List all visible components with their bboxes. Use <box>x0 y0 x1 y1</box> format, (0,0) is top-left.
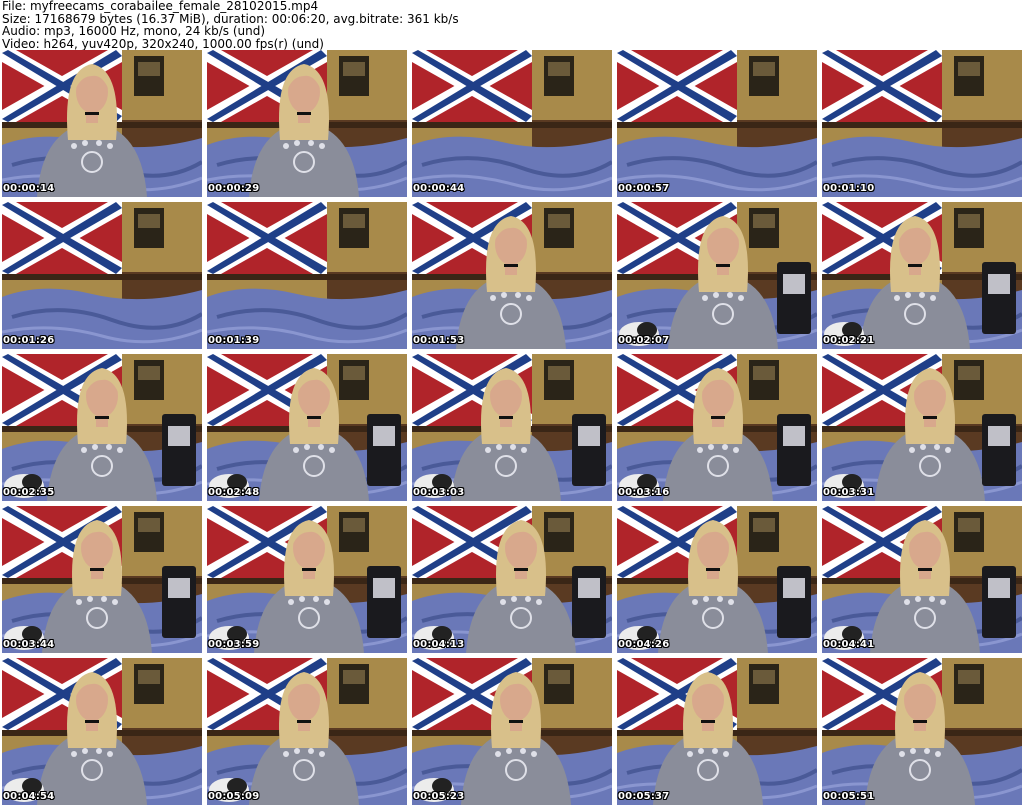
thumbnail-timestamp: 00:01:10 <box>823 183 875 194</box>
video-thumbnail: 00:03:03 <box>412 354 612 501</box>
thumbnail-frame-image <box>412 506 612 653</box>
video-thumbnail: 00:04:26 <box>617 506 817 653</box>
thumbnail-frame-image <box>617 202 817 349</box>
thumbnail-frame-image <box>617 354 817 501</box>
video-thumbnail: 00:00:14 <box>2 50 202 197</box>
thumbnail-timestamp: 00:05:51 <box>823 791 875 802</box>
thumbnail-timestamp: 00:01:39 <box>208 335 260 346</box>
thumbnail-frame-image <box>207 506 407 653</box>
video-thumbnail: 00:03:44 <box>2 506 202 653</box>
video-thumbnail: 00:00:29 <box>207 50 407 197</box>
thumbnail-timestamp: 00:02:35 <box>3 487 55 498</box>
video-thumbnail: 00:01:39 <box>207 202 407 349</box>
video-thumbnail: 00:02:48 <box>207 354 407 501</box>
thumbnail-frame-image <box>412 50 612 197</box>
thumbnail-frame-image <box>617 506 817 653</box>
thumbnail-timestamp: 00:03:03 <box>413 487 465 498</box>
video-thumbnail: 00:05:51 <box>822 658 1022 805</box>
thumbnail-timestamp: 00:04:13 <box>413 639 465 650</box>
thumbnail-frame-image <box>822 50 1022 197</box>
thumbnail-timestamp: 00:00:14 <box>3 183 55 194</box>
video-thumbnail: 00:05:23 <box>412 658 612 805</box>
thumbnail-timestamp: 00:04:41 <box>823 639 875 650</box>
thumbnail-timestamp: 00:04:54 <box>3 791 55 802</box>
thumbnail-timestamp: 00:01:53 <box>413 335 465 346</box>
video-thumbnail: 00:02:35 <box>2 354 202 501</box>
video-info-line: Video: h264, yuv420p, 320x240, 1000.00 f… <box>2 36 324 51</box>
video-thumbnail: 00:04:54 <box>2 658 202 805</box>
thumbnail-frame-image <box>822 658 1022 805</box>
file-name-line: File: myfreecams_corabailee_female_28102… <box>2 0 319 13</box>
thumbnail-timestamp: 00:05:09 <box>208 791 260 802</box>
thumbnail-timestamp: 00:03:44 <box>3 639 55 650</box>
thumbnail-frame-image <box>207 202 407 349</box>
thumbnail-timestamp: 00:02:48 <box>208 487 260 498</box>
thumbnail-timestamp: 00:02:07 <box>618 335 670 346</box>
video-thumbnail: 00:03:31 <box>822 354 1022 501</box>
thumbnail-grid: 00:00:14 00:00:29 00:00:44 00:00:57 00:01:10… <box>2 50 1022 808</box>
video-thumbnail: 00:04:13 <box>412 506 612 653</box>
thumbnail-frame-image <box>617 658 817 805</box>
thumbnail-timestamp: 00:05:23 <box>413 791 465 802</box>
file-info-header: File: myfreecams_corabailee_female_28102… <box>2 0 1022 50</box>
video-thumbnail: 00:00:44 <box>412 50 612 197</box>
audio-info-line: Audio: mp3, 16000 Hz, mono, 24 kb/s (und… <box>2 24 266 38</box>
thumbnail-frame-image <box>412 202 612 349</box>
thumbnail-timestamp: 00:00:29 <box>208 183 260 194</box>
video-thumbnail: 00:02:21 <box>822 202 1022 349</box>
thumbnail-timestamp: 00:01:26 <box>3 335 55 346</box>
thumbnail-timestamp: 00:03:16 <box>618 487 670 498</box>
thumbnail-frame-image <box>412 658 612 805</box>
thumbnail-frame-image <box>822 202 1022 349</box>
thumbnail-frame-image <box>822 506 1022 653</box>
thumbnail-frame-image <box>822 354 1022 501</box>
video-thumbnail: 00:01:53 <box>412 202 612 349</box>
thumbnail-timestamp: 00:05:37 <box>618 791 670 802</box>
thumbnail-frame-image <box>207 50 407 197</box>
thumbnail-timestamp: 00:00:57 <box>618 183 670 194</box>
thumbnail-frame-image <box>207 354 407 501</box>
video-thumbnail: 00:03:16 <box>617 354 817 501</box>
video-thumbnail: 00:02:07 <box>617 202 817 349</box>
video-thumbnail: 00:01:26 <box>2 202 202 349</box>
thumbnail-frame-image <box>617 50 817 197</box>
thumbnail-frame-image <box>2 50 202 197</box>
thumbnail-frame-image <box>207 658 407 805</box>
thumbnail-frame-image <box>2 506 202 653</box>
video-thumbnail: 00:05:09 <box>207 658 407 805</box>
video-thumbnail: 00:05:37 <box>617 658 817 805</box>
thumbnail-timestamp: 00:03:59 <box>208 639 260 650</box>
thumbnail-timestamp: 00:00:44 <box>413 183 465 194</box>
thumbnail-timestamp: 00:03:31 <box>823 487 875 498</box>
thumbnail-timestamp: 00:04:26 <box>618 639 670 650</box>
video-thumbnail: 00:04:41 <box>822 506 1022 653</box>
thumbnail-frame-image <box>2 658 202 805</box>
video-thumbnail: 00:03:59 <box>207 506 407 653</box>
thumbnail-timestamp: 00:02:21 <box>823 335 875 346</box>
video-thumbnail: 00:01:10 <box>822 50 1022 197</box>
thumbnail-frame-image <box>2 202 202 349</box>
video-thumbnail: 00:00:57 <box>617 50 817 197</box>
thumbnail-frame-image <box>2 354 202 501</box>
thumbnail-frame-image <box>412 354 612 501</box>
